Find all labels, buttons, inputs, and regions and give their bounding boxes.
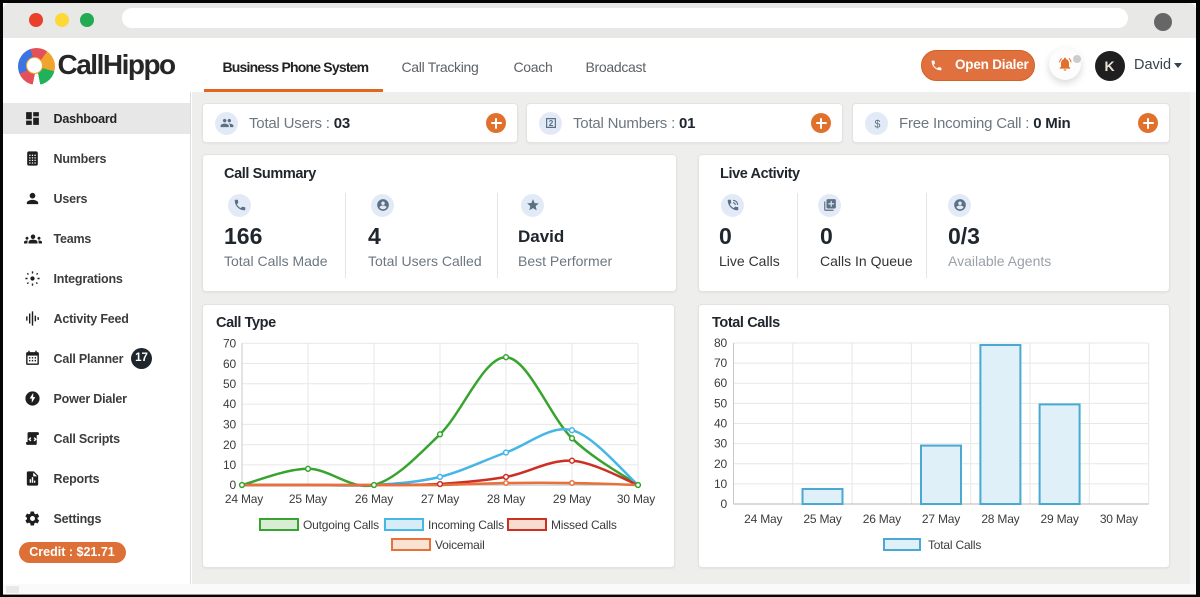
svg-text:27 May: 27 May [922, 512, 960, 526]
svg-text:40: 40 [714, 417, 727, 431]
svg-text:70: 70 [223, 337, 236, 351]
svg-text:Voicemail: Voicemail [435, 538, 485, 552]
svg-text:27 May: 27 May [421, 492, 459, 506]
svg-text:24 May: 24 May [225, 492, 263, 506]
svg-text:30 May: 30 May [1100, 512, 1138, 526]
svg-text:Outgoing Calls: Outgoing Calls [303, 518, 379, 532]
svg-text:10: 10 [714, 477, 727, 491]
svg-text:29 May: 29 May [1041, 512, 1079, 526]
svg-text:29 May: 29 May [553, 492, 591, 506]
svg-text:28 May: 28 May [981, 512, 1019, 526]
svg-text:30: 30 [714, 437, 727, 451]
svg-text:25 May: 25 May [803, 512, 841, 526]
svg-text:80: 80 [714, 336, 727, 350]
svg-text:2: 2 [548, 119, 553, 128]
svg-text:25 May: 25 May [289, 492, 327, 506]
svg-text:50: 50 [223, 377, 236, 391]
svg-text:28 May: 28 May [487, 492, 525, 506]
svg-text:Total Calls: Total Calls [928, 538, 981, 552]
svg-text:60: 60 [223, 357, 236, 371]
svg-text:50: 50 [714, 397, 727, 411]
svg-text:26 May: 26 May [863, 512, 901, 526]
svg-text:70: 70 [714, 356, 727, 370]
svg-text:24 May: 24 May [744, 512, 782, 526]
svg-text:60: 60 [714, 376, 727, 390]
svg-text:26 May: 26 May [355, 492, 393, 506]
svg-text:0: 0 [721, 497, 728, 511]
svg-text:40: 40 [223, 397, 236, 411]
svg-text:20: 20 [714, 457, 727, 471]
svg-text:Missed Calls: Missed Calls [551, 518, 617, 532]
svg-text:20: 20 [223, 438, 236, 452]
svg-text:30: 30 [223, 418, 236, 432]
svg-text:30 May: 30 May [617, 492, 655, 506]
svg-text:10: 10 [223, 458, 236, 472]
svg-text:$: $ [874, 118, 880, 130]
svg-text:Incoming Calls: Incoming Calls [428, 518, 504, 532]
svg-text:0: 0 [230, 478, 237, 492]
